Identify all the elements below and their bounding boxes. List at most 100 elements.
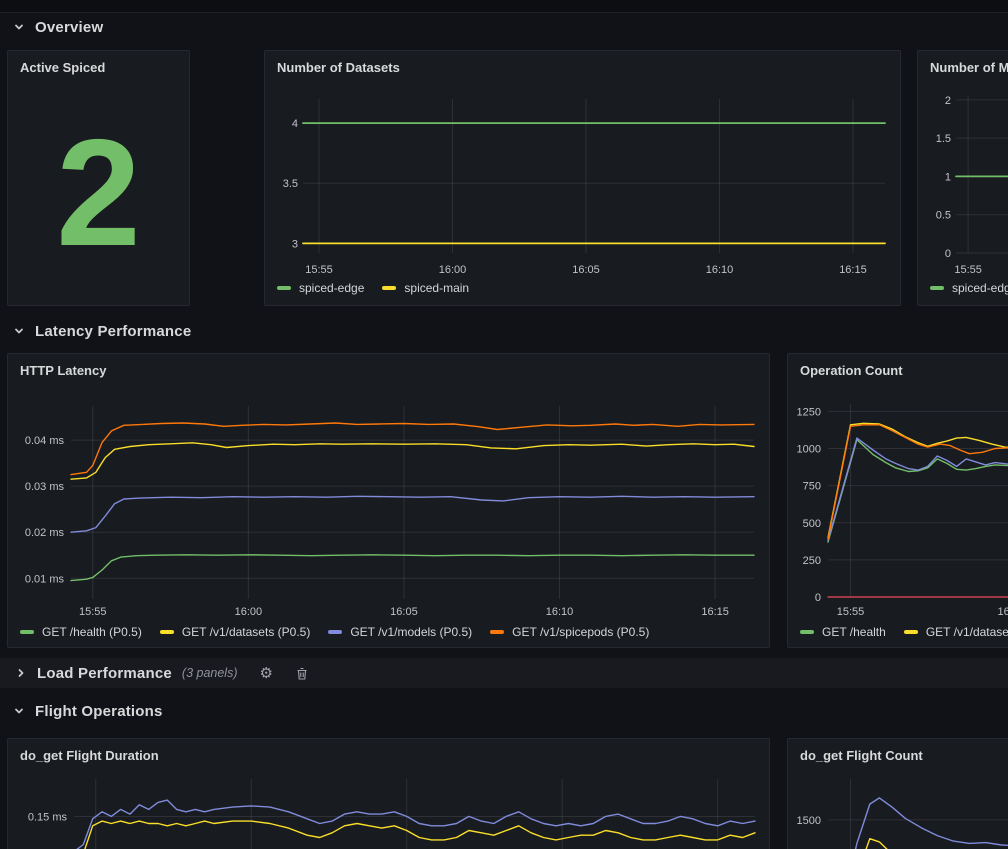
series-GET /v1/datasets bbox=[828, 423, 1008, 537]
y-tick-label: 0.5 bbox=[936, 210, 951, 222]
legend-item[interactable]: spiced-edge bbox=[930, 281, 1008, 295]
section-header-flight-operations[interactable]: Flight Operations bbox=[12, 697, 163, 725]
legend-series-dash bbox=[800, 630, 814, 634]
series-GET /v1/spicepods (P0.5) bbox=[71, 423, 754, 475]
panel-operation-count: Operation Count 15:5516:0016:0516:1016:1… bbox=[787, 353, 1008, 648]
y-tick-label: 1 bbox=[945, 171, 951, 183]
legend-series-dash bbox=[277, 286, 291, 290]
legend-series-label: spiced-edge bbox=[952, 281, 1008, 295]
legend-item[interactable]: GET /health (P0.5) bbox=[20, 625, 142, 639]
chevron-down-icon bbox=[12, 324, 26, 338]
series-GET /v1/models (P0.5) bbox=[71, 496, 754, 532]
section-title: Latency Performance bbox=[35, 323, 191, 340]
panel-number-of-datasets: Number of Datasets 15:5516:0016:0516:101… bbox=[264, 50, 901, 306]
y-tick-label: 500 bbox=[803, 518, 821, 530]
section-title: Overview bbox=[35, 19, 103, 36]
series-series-yellow bbox=[74, 821, 755, 849]
series-series-blue bbox=[74, 800, 755, 849]
chart-legend: spiced-edge bbox=[930, 281, 1008, 295]
y-tick-label: 4 bbox=[292, 118, 298, 130]
flight-duration-chart[interactable]: 15:5516:0016:0516:1016:150.15 ms bbox=[8, 739, 769, 849]
flight-count-chart[interactable]: 15:5516:0016:0516:1016:151500 bbox=[788, 739, 1008, 849]
chart-legend: GET /health GET /v1/datasets bbox=[800, 625, 1008, 639]
chevron-right-icon bbox=[14, 666, 28, 680]
x-tick-label: 16:00 bbox=[439, 264, 467, 276]
x-tick-label: 15:55 bbox=[305, 264, 333, 276]
y-tick-label: 750 bbox=[803, 481, 821, 493]
legend-series-dash bbox=[930, 286, 944, 290]
legend-item[interactable]: GET /v1/spicepods (P0.5) bbox=[490, 625, 649, 639]
legend-series-dash bbox=[160, 630, 174, 634]
models-chart[interactable]: 15:5516:0016:0516:1016:1500.511.52spiced… bbox=[918, 51, 1008, 305]
http-latency-chart[interactable]: 15:55 16:00 16:05 16:10 16:15 0.01 ms 0.02 ms 0… bbox=[8, 354, 769, 647]
top-bar bbox=[0, 0, 1008, 13]
y-tick-label: 0 bbox=[815, 592, 821, 604]
x-tick-label: 16:10 bbox=[546, 606, 574, 618]
x-tick-label: 16:00 bbox=[235, 606, 263, 618]
legend-series-label: GET /v1/models (P0.5) bbox=[350, 625, 472, 639]
x-tick-label: 15:55 bbox=[954, 264, 982, 276]
y-tick-label: 0.04 ms bbox=[25, 435, 65, 447]
x-tick-label: 15:55 bbox=[79, 606, 107, 618]
panel-count-label: (3 panels) bbox=[182, 666, 238, 680]
legend-item[interactable]: GET /v1/datasets bbox=[904, 625, 1008, 639]
x-tick-label: 16:05 bbox=[390, 606, 418, 618]
series-series-blue bbox=[828, 798, 1008, 849]
y-tick-label: 0.01 ms bbox=[25, 573, 65, 585]
panel-do-get-flight-duration: do_get Flight Duration 15:5516:0016:0516… bbox=[7, 738, 770, 849]
legend-series-label: GET /v1/datasets bbox=[926, 625, 1008, 639]
legend-item[interactable]: spiced-edge bbox=[277, 281, 364, 295]
section-header-overview[interactable]: Overview bbox=[12, 13, 103, 41]
y-tick-label: 1500 bbox=[797, 815, 821, 827]
legend-series-label: spiced-main bbox=[404, 281, 469, 295]
section-title: Flight Operations bbox=[35, 703, 163, 720]
x-tick-label: 15:55 bbox=[837, 606, 865, 618]
y-tick-label: 0.02 ms bbox=[25, 527, 65, 539]
stat-value: 2 bbox=[8, 81, 189, 305]
gear-icon[interactable]: ⚙ bbox=[260, 666, 273, 681]
legend-series-dash bbox=[20, 630, 34, 634]
operation-count-chart[interactable]: 15:5516:0016:0516:1016:15025050075010001… bbox=[788, 354, 1008, 647]
section-header-load-performance[interactable]: Load Performance (3 panels) ⚙ bbox=[0, 658, 1008, 688]
legend-series-label: GET /v1/datasets (P0.5) bbox=[182, 625, 311, 639]
legend-item[interactable]: GET /v1/models (P0.5) bbox=[328, 625, 472, 639]
legend-item[interactable]: spiced-main bbox=[382, 281, 469, 295]
legend-series-label: GET /v1/spicepods (P0.5) bbox=[512, 625, 649, 639]
legend-item[interactable]: GET /health bbox=[800, 625, 886, 639]
series-GET /health bbox=[828, 440, 1008, 542]
x-tick-label: 16:10 bbox=[706, 264, 734, 276]
y-tick-label: 3.5 bbox=[283, 178, 298, 190]
legend-series-dash bbox=[490, 630, 504, 634]
series-GET /health (P0.5) bbox=[71, 555, 754, 581]
panel-title[interactable]: Active Spiced bbox=[8, 51, 189, 84]
panel-do-get-flight-count: do_get Flight Count 15:5516:0016:0516:10… bbox=[787, 738, 1008, 849]
chart-legend: spiced-edge spiced-main bbox=[277, 281, 469, 295]
y-tick-label: 3 bbox=[292, 238, 298, 250]
datasets-chart[interactable]: 15:5516:0016:0516:1016:1533.54spiced-edg… bbox=[265, 51, 900, 305]
x-tick-label: 16:05 bbox=[572, 264, 600, 276]
y-tick-label: 1.5 bbox=[936, 133, 951, 145]
y-tick-label: 250 bbox=[803, 555, 821, 567]
panel-http-latency: HTTP Latency 15:5516:0016:0516:1016:150.… bbox=[7, 353, 770, 648]
y-tick-label: 1000 bbox=[797, 444, 821, 456]
y-tick-label: 2 bbox=[945, 95, 951, 107]
legend-series-label: GET /health bbox=[822, 625, 886, 639]
y-tick-label: 0.15 ms bbox=[28, 811, 68, 823]
chevron-down-icon bbox=[12, 704, 26, 718]
chevron-down-icon bbox=[12, 20, 26, 34]
section-title: Load Performance bbox=[37, 665, 172, 682]
legend-series-dash bbox=[382, 286, 396, 290]
y-tick-label: 0.03 ms bbox=[25, 481, 65, 493]
section-header-latency-performance[interactable]: Latency Performance bbox=[12, 317, 191, 345]
series-series-yellow bbox=[828, 839, 1008, 849]
x-tick-label: 16:15 bbox=[701, 606, 729, 618]
trash-icon[interactable] bbox=[295, 666, 309, 681]
legend-item[interactable]: GET /v1/datasets (P0.5) bbox=[160, 625, 311, 639]
legend-series-label: GET /health (P0.5) bbox=[42, 625, 142, 639]
x-tick-label: 16:00 bbox=[997, 606, 1008, 618]
series-GET /v1/models bbox=[828, 438, 1008, 540]
panel-number-of-models: Number of Models 15:5516:0016:0516:1016:… bbox=[917, 50, 1008, 306]
chart-legend: GET /health (P0.5) GET /v1/datasets (P0.5… bbox=[20, 625, 649, 639]
panel-active-spiced: Active Spiced 2 bbox=[7, 50, 190, 306]
series-GET /v1/datasets (P0.5) bbox=[71, 443, 754, 479]
